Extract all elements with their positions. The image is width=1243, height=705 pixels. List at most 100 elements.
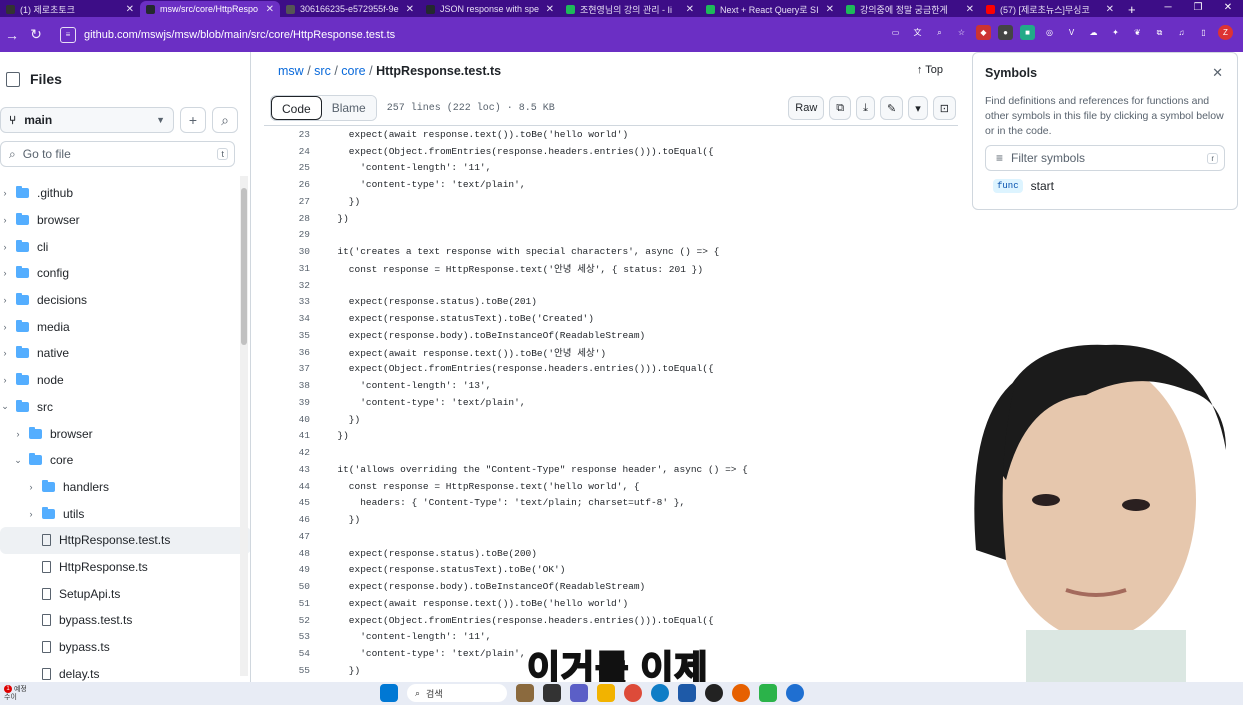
line-number[interactable]: 23	[264, 129, 326, 140]
line-number[interactable]: 24	[264, 146, 326, 157]
add-file-button[interactable]: +	[180, 107, 206, 133]
extension-v-icon[interactable]: V	[1064, 25, 1079, 40]
firefox-icon[interactable]	[732, 684, 750, 702]
browser-tab[interactable]: JSON response with spe ✕	[420, 1, 560, 17]
edge-icon[interactable]	[651, 684, 669, 702]
tree-folder[interactable]: › utils	[0, 500, 250, 527]
tab-close-icon[interactable]: ✕	[1106, 4, 1114, 15]
tree-folder[interactable]: › config	[0, 260, 250, 287]
browser-tab[interactable]: (1) 제로초토크 ✕	[0, 1, 140, 17]
line-number[interactable]: 32	[264, 280, 326, 291]
taskbar-search[interactable]: ⌕ 검색	[407, 684, 507, 702]
line-number[interactable]: 35	[264, 330, 326, 341]
restore-icon[interactable]: ❐	[1183, 0, 1213, 16]
sidebar-scrollbar[interactable]	[240, 176, 248, 676]
extension-counter-icon[interactable]: ●	[998, 25, 1013, 40]
line-number[interactable]: 25	[264, 162, 326, 173]
line-number[interactable]: 47	[264, 531, 326, 542]
tab-close-icon[interactable]: ✕	[686, 4, 694, 15]
tree-folder[interactable]: › decisions	[0, 287, 250, 314]
line-number[interactable]: 45	[264, 497, 326, 508]
tree-folder[interactable]: ⌄ core	[0, 447, 250, 474]
line-number[interactable]: 28	[264, 213, 326, 224]
extension-cloud-icon[interactable]: ☁	[1086, 25, 1101, 40]
line-number[interactable]: 34	[264, 313, 326, 324]
chart-app-icon[interactable]	[759, 684, 777, 702]
breadcrumb-repo[interactable]: msw	[278, 64, 304, 78]
tree-folder[interactable]: ⌄ src	[0, 394, 250, 421]
forward-icon[interactable]: →	[0, 27, 24, 43]
close-icon[interactable]: ✕	[1212, 65, 1223, 81]
tree-folder[interactable]: › browser	[0, 420, 250, 447]
side-panel-icon[interactable]: ▯	[1196, 25, 1211, 40]
line-number[interactable]: 54	[264, 648, 326, 659]
download-icon[interactable]: ⤓	[856, 96, 876, 120]
browser-tab[interactable]: (57) [제로초뉴스]무싱코 ✕	[980, 1, 1120, 17]
raw-button[interactable]: Raw	[788, 96, 825, 120]
tab-close-icon[interactable]: ✕	[126, 4, 134, 15]
line-number[interactable]: 42	[264, 447, 326, 458]
line-number[interactable]: 52	[264, 615, 326, 626]
line-number[interactable]: 40	[264, 414, 326, 425]
tab-blame[interactable]: Blame	[321, 96, 376, 120]
line-number[interactable]: 53	[264, 631, 326, 642]
tree-folder[interactable]: › browser	[0, 207, 250, 234]
symbol-item[interactable]: func start	[993, 179, 1054, 193]
tree-folder[interactable]: › node	[0, 367, 250, 394]
browser-tab[interactable]: 강의중에 정말 궁금한게 ✕	[840, 1, 980, 17]
scrollbar-thumb[interactable]	[241, 188, 247, 345]
tree-folder[interactable]: › native	[0, 340, 250, 367]
close-window-icon[interactable]: ✕	[1213, 0, 1243, 16]
extensions-icon[interactable]: ⧉	[1152, 25, 1167, 40]
chrome-icon[interactable]	[624, 684, 642, 702]
weather-widget[interactable]: 1 예정 수이	[4, 685, 27, 702]
line-number[interactable]: 31	[264, 263, 326, 274]
line-number[interactable]: 38	[264, 380, 326, 391]
line-number[interactable]: 36	[264, 347, 326, 358]
line-number[interactable]: 30	[264, 246, 326, 257]
reload-icon[interactable]: ↻	[24, 26, 48, 43]
store-icon[interactable]	[678, 684, 696, 702]
zoom-icon[interactable]: ⌕	[932, 25, 947, 40]
site-info-icon[interactable]: ≡	[60, 26, 76, 43]
line-number[interactable]: 51	[264, 598, 326, 609]
file-explorer-icon[interactable]	[597, 684, 615, 702]
line-number[interactable]: 37	[264, 363, 326, 374]
line-number[interactable]: 39	[264, 397, 326, 408]
filter-symbols-input[interactable]: ≡ Filter symbols r	[985, 145, 1225, 171]
new-tab-button[interactable]: +	[1120, 2, 1144, 17]
translate-icon[interactable]: 文	[910, 25, 925, 40]
collapse-sidebar-icon[interactable]	[6, 71, 20, 87]
breadcrumb-src[interactable]: src	[314, 64, 331, 78]
line-number[interactable]: 46	[264, 514, 326, 525]
tab-close-icon[interactable]: ✕	[826, 4, 834, 15]
profile-avatar[interactable]: Z	[1218, 25, 1233, 40]
task-view-icon[interactable]	[543, 684, 561, 702]
tree-folder[interactable]: › handlers	[0, 474, 250, 501]
line-number[interactable]: 41	[264, 430, 326, 441]
line-number[interactable]: 44	[264, 481, 326, 492]
minimize-icon[interactable]: ─	[1153, 0, 1183, 16]
chevron-down-icon[interactable]: ▾	[908, 96, 928, 120]
extension-green-icon[interactable]: ■	[1020, 25, 1035, 40]
copy-icon[interactable]: ⧉	[829, 96, 852, 120]
symbols-panel-icon[interactable]: ⊡	[932, 96, 956, 120]
edit-icon[interactable]: ✎	[880, 96, 904, 120]
tab-close-icon[interactable]: ✕	[966, 4, 974, 15]
line-number[interactable]: 29	[264, 229, 326, 240]
branch-selector[interactable]: ⑂ main ▼	[0, 107, 174, 133]
line-number[interactable]: 33	[264, 296, 326, 307]
app-blue-icon[interactable]	[786, 684, 804, 702]
browser-tab[interactable]: 조현영님의 강의 관리 - Ii ✕	[560, 1, 700, 17]
tree-file[interactable]: HttpResponse.test.ts	[0, 526, 250, 554]
breadcrumb-core[interactable]: core	[341, 64, 365, 78]
line-number[interactable]: 55	[264, 665, 326, 676]
extension-circle-icon[interactable]: ◎	[1042, 25, 1057, 40]
tree-folder[interactable]: › media	[0, 313, 250, 340]
tab-close-icon[interactable]: ✕	[266, 4, 274, 15]
go-to-file-input[interactable]: ⌕ Go to file t	[0, 141, 235, 167]
tree-file[interactable]: delay.ts	[0, 660, 250, 682]
bookmark-star-icon[interactable]: ☆	[954, 25, 969, 40]
app-icon[interactable]	[516, 684, 534, 702]
address-bar[interactable]: ≡ github.com/mswjs/msw/blob/main/src/cor…	[54, 23, 814, 47]
